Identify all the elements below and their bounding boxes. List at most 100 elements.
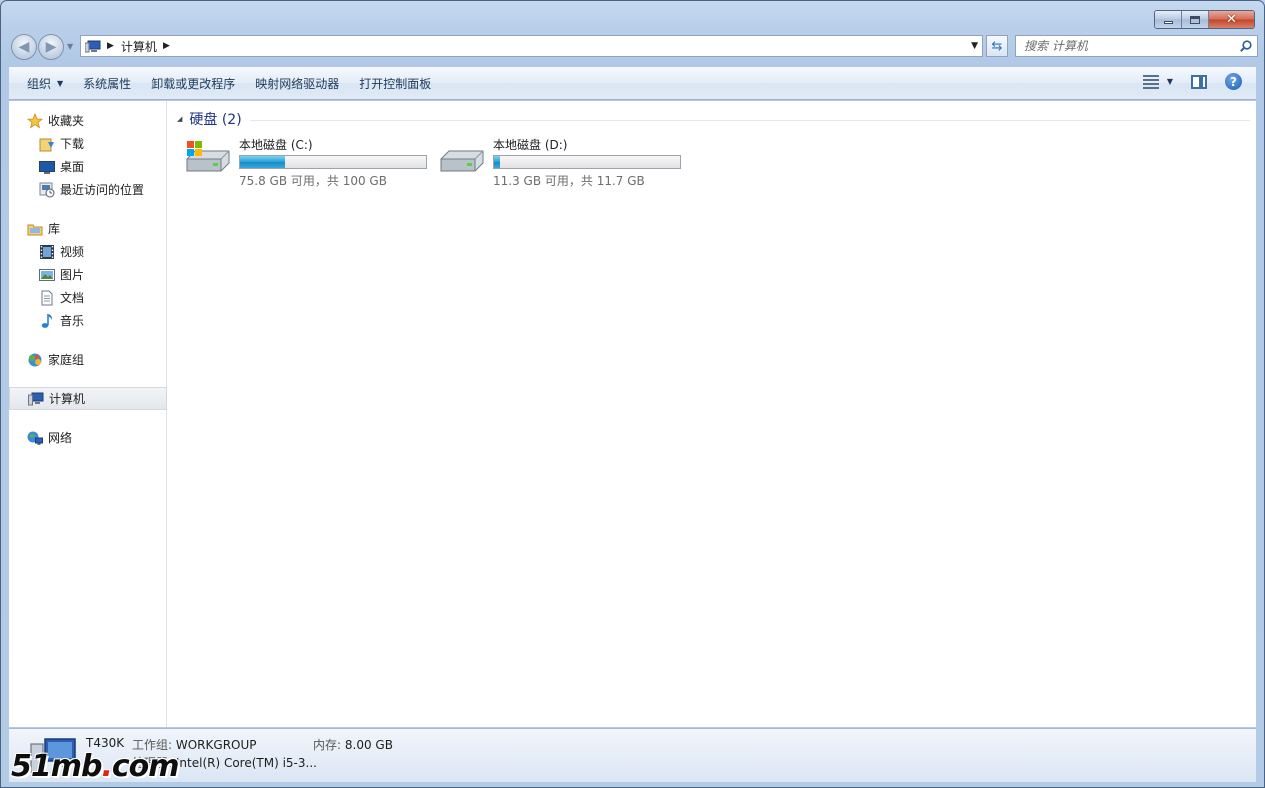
address-history-dropdown[interactable]: ▼	[971, 41, 978, 51]
drive-item-d[interactable]: 本地磁盘 (D:) 11.3 GB 可用，共 11.7 GB	[437, 137, 691, 189]
search-input[interactable]	[1024, 39, 1224, 53]
details-pane: T430K 工作组: WORKGROUP 内存: 8.00 GB 处理器: In…	[9, 728, 1256, 782]
refresh-button[interactable]: ⇆	[986, 35, 1008, 57]
network-icon	[27, 430, 43, 446]
sidebar-item-downloads[interactable]: 下载	[9, 132, 166, 155]
sidebar-item-favorites[interactable]: 收藏夹	[9, 109, 166, 132]
search-box[interactable]	[1015, 35, 1258, 57]
system-properties-button[interactable]: 系统属性	[75, 71, 139, 95]
sidebar-item-homegroup[interactable]: 家庭组	[9, 348, 166, 371]
system-drive-icon	[186, 141, 230, 172]
downloads-folder-icon	[39, 136, 55, 152]
recent-places-icon	[39, 182, 55, 198]
sidebar-item-music[interactable]: 音乐	[9, 309, 166, 332]
sidebar-item-libraries[interactable]: 库	[9, 217, 166, 240]
arrow-right-icon: ▶	[45, 39, 57, 55]
sidebar-item-label: 计算机	[49, 392, 86, 406]
favorites-group: 收藏夹 下载 桌面 最近访问的位置	[9, 109, 166, 201]
sidebar-item-videos[interactable]: 视频	[9, 240, 166, 263]
computer-group: 计算机	[9, 387, 167, 410]
sidebar-item-label: 网络	[48, 431, 73, 445]
minimize-icon	[1163, 21, 1173, 24]
memory-label: 内存:	[313, 738, 342, 752]
collapse-triangle-icon[interactable]: ◢	[177, 115, 182, 123]
drive-usage-bar	[493, 155, 681, 169]
watermark-main: 51mb	[11, 749, 102, 784]
sidebar-item-recent-places[interactable]: 最近访问的位置	[9, 178, 166, 201]
drive-info: 本地磁盘 (D:) 11.3 GB 可用，共 11.7 GB	[493, 137, 681, 189]
drive-item-c[interactable]: 本地磁盘 (C:) 75.8 GB 可用，共 100 GB	[183, 137, 437, 189]
homegroup-icon	[27, 352, 43, 368]
site-watermark: 51mb.com	[11, 749, 180, 784]
computer-icon	[28, 391, 44, 407]
navigation-pane: 收藏夹 下载 桌面 最近访问的位置 库 视频 图片 文档 音乐 家庭组 计算机 …	[9, 101, 167, 727]
organize-menu-button[interactable]: 组织 ▼	[19, 71, 71, 95]
sidebar-item-label: 音乐	[60, 314, 85, 328]
minimize-button[interactable]	[1155, 11, 1182, 28]
hard-drive-icon	[440, 150, 484, 172]
back-button[interactable]: ◀	[11, 34, 37, 60]
star-icon	[27, 112, 43, 129]
close-icon: ✕	[1226, 12, 1237, 27]
breadcrumb-separator[interactable]: ▶	[107, 41, 114, 51]
change-view-button[interactable]: ▼	[1142, 74, 1173, 89]
pictures-icon	[39, 267, 55, 283]
toolbar-right-group: ▼ ?	[1142, 73, 1242, 90]
library-folder-icon	[27, 221, 43, 237]
sidebar-item-label: 下载	[60, 137, 85, 151]
libraries-group: 库 视频 图片 文档 音乐	[9, 217, 166, 332]
group-title: 硬盘 (2)	[189, 112, 242, 128]
close-button[interactable]: ✕	[1209, 11, 1254, 28]
sidebar-item-desktop[interactable]: 桌面	[9, 155, 166, 178]
sidebar-item-label: 文档	[60, 291, 85, 305]
homegroup-group: 家庭组	[9, 348, 166, 371]
sidebar-item-label: 最近访问的位置	[60, 183, 145, 197]
sidebar-item-label: 库	[48, 222, 61, 236]
arrow-left-icon: ◀	[18, 39, 30, 55]
workgroup-value: WORKGROUP	[175, 738, 257, 752]
help-icon[interactable]: ?	[1225, 73, 1242, 90]
sidebar-item-label: 视频	[60, 245, 85, 259]
sidebar-item-network[interactable]: 网络	[9, 426, 166, 449]
views-icon	[1142, 74, 1159, 89]
preview-pane-icon[interactable]	[1191, 74, 1207, 89]
memory-value: 8.00 GB	[344, 738, 393, 752]
command-bar: 组织 ▼ 系统属性 卸载或更改程序 映射网络驱动器 打开控制面板 ▼ ?	[9, 67, 1256, 100]
watermark-dot: .	[101, 749, 112, 784]
file-list-area: ◢ 硬盘 (2) 本地磁盘 (C:) 75.8 GB 可用，共 100 GB 本…	[167, 101, 1256, 727]
drive-usage-fill	[240, 156, 285, 168]
address-bar[interactable]: ▶ 计算机 ▶ ▼	[80, 35, 983, 57]
drive-list: 本地磁盘 (C:) 75.8 GB 可用，共 100 GB 本地磁盘 (D:) …	[183, 137, 1250, 189]
drive-usage-bar	[239, 155, 427, 169]
breadcrumb-computer[interactable]: 计算机	[121, 38, 157, 55]
processor-value: Intel(R) Core(TM) i5-3...	[175, 756, 317, 770]
maximize-icon	[1190, 15, 1200, 24]
explorer-window: ✕ ◀ ▶ ▼ ▶ 计算机 ▶ ▼ ⇆ 组织 ▼	[0, 0, 1265, 788]
hard-disks-group-header[interactable]: ◢ 硬盘 (2)	[177, 109, 1250, 129]
group-divider	[249, 119, 1250, 121]
sidebar-item-pictures[interactable]: 图片	[9, 263, 166, 286]
sidebar-item-computer[interactable]: 计算机	[9, 387, 167, 410]
sidebar-item-label: 收藏夹	[48, 114, 85, 128]
refresh-icon: ⇆	[991, 38, 1003, 54]
uninstall-program-button[interactable]: 卸载或更改程序	[143, 71, 243, 95]
sidebar-item-label: 图片	[60, 268, 85, 282]
sidebar-item-documents[interactable]: 文档	[9, 286, 166, 309]
maximize-button[interactable]	[1182, 11, 1209, 28]
open-control-panel-button[interactable]: 打开控制面板	[351, 71, 439, 95]
desktop-icon	[39, 159, 55, 175]
organize-label: 组织	[27, 76, 52, 91]
watermark-tail: com	[111, 749, 180, 784]
breadcrumb-separator[interactable]: ▶	[163, 41, 170, 51]
drive-info: 本地磁盘 (C:) 75.8 GB 可用，共 100 GB	[239, 137, 427, 189]
sidebar-item-label: 家庭组	[48, 353, 85, 367]
chevron-down-icon: ▼	[57, 78, 64, 88]
memory-info: 内存: 8.00 GB	[313, 736, 393, 753]
forward-button[interactable]: ▶	[38, 34, 64, 60]
video-icon	[39, 244, 55, 260]
map-network-drive-button[interactable]: 映射网络驱动器	[247, 71, 347, 95]
window-caption-buttons: ✕	[1154, 10, 1255, 29]
drive-free-space: 75.8 GB 可用，共 100 GB	[239, 174, 387, 188]
search-icon	[1240, 40, 1252, 52]
recent-pages-dropdown[interactable]: ▼	[67, 42, 73, 51]
